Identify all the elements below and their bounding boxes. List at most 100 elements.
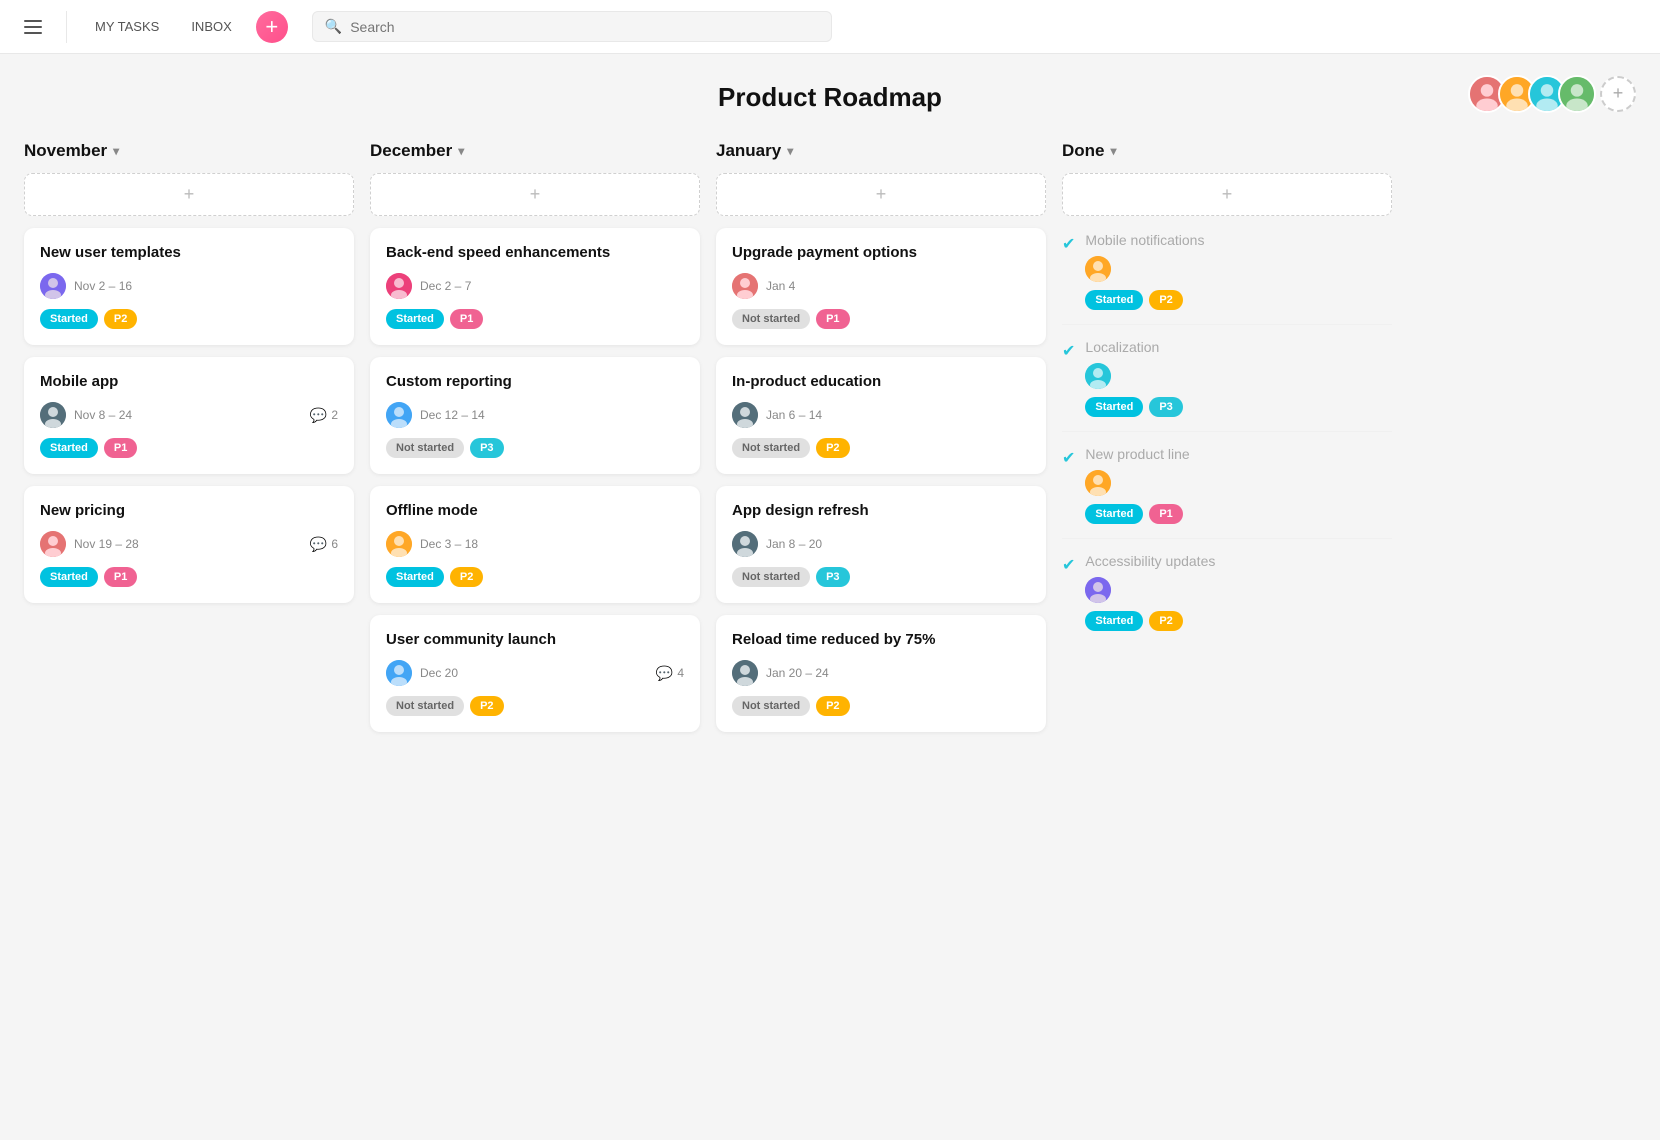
done-card: ✔ Mobile notifications Started P2 (1062, 228, 1392, 325)
priority-tag: P1 (450, 309, 483, 329)
priority-tag: P2 (470, 696, 503, 716)
avatar-group (1468, 75, 1596, 113)
card-title: New user templates (40, 244, 338, 261)
done-card: ✔ Accessibility updates Started P2 (1062, 539, 1392, 645)
card-avatar (386, 402, 412, 428)
column-header-december[interactable]: December ▾ (370, 141, 700, 161)
done-card-body: Mobile notifications Started P2 (1085, 232, 1392, 310)
card-date: Nov 2 – 16 (74, 279, 338, 293)
task-card: In-product education Jan 6 – 14 Not star… (716, 357, 1046, 474)
comment-icon: 💬 (656, 665, 673, 682)
done-card-tags: Started P2 (1085, 290, 1392, 310)
priority-tag: P3 (1149, 397, 1182, 417)
priority-tag: P2 (816, 696, 849, 716)
priority-tag: P1 (1149, 504, 1182, 524)
card-title: Upgrade payment options (732, 244, 1030, 261)
card-date: Jan 8 – 20 (766, 537, 1030, 551)
card-tags: Not started P2 (732, 696, 1030, 716)
priority-tag: P1 (816, 309, 849, 329)
priority-tag: P3 (470, 438, 503, 458)
column-header-january[interactable]: January ▾ (716, 141, 1046, 161)
add-card-button[interactable]: + (1062, 173, 1392, 216)
done-card-title: Accessibility updates (1085, 553, 1392, 569)
task-card: Mobile app Nov 8 – 24 💬2 Started P1 (24, 357, 354, 474)
add-card-button[interactable]: + (716, 173, 1046, 216)
done-card: ✔ Localization Started P3 (1062, 325, 1392, 432)
card-avatar (386, 660, 412, 686)
comment-count: 4 (677, 666, 684, 680)
status-tag: Started (386, 567, 444, 587)
card-comments: 💬4 (656, 665, 684, 682)
card-title: Back-end speed enhancements (386, 244, 684, 261)
status-tag: Not started (732, 567, 810, 587)
search-icon: 🔍 (325, 18, 342, 35)
status-tag: Started (1085, 397, 1143, 417)
done-card-title: Localization (1085, 339, 1392, 355)
card-avatar (1085, 470, 1111, 496)
column-label: December (370, 141, 452, 161)
column-header-november[interactable]: November ▾ (24, 141, 354, 161)
card-date: Dec 12 – 14 (420, 408, 684, 422)
status-tag: Not started (732, 696, 810, 716)
card-title: App design refresh (732, 502, 1030, 519)
card-meta: Jan 6 – 14 (732, 402, 1030, 428)
card-avatar (40, 531, 66, 557)
card-title: New pricing (40, 502, 338, 519)
card-comments: 💬6 (310, 536, 338, 553)
status-tag: Not started (386, 438, 464, 458)
done-card-tags: Started P3 (1085, 397, 1392, 417)
card-tags: Not started P3 (386, 438, 684, 458)
card-meta: Nov 2 – 16 (40, 273, 338, 299)
status-tag: Started (1085, 504, 1143, 524)
menu-icon[interactable] (20, 16, 46, 38)
add-button[interactable]: + (256, 11, 288, 43)
card-avatar (732, 531, 758, 557)
add-card-button[interactable]: + (370, 173, 700, 216)
card-meta: Nov 19 – 28 💬6 (40, 531, 338, 557)
card-date: Dec 2 – 7 (420, 279, 684, 293)
card-date: Jan 4 (766, 279, 1030, 293)
task-card: Custom reporting Dec 12 – 14 Not started… (370, 357, 700, 474)
comment-count: 6 (331, 537, 338, 551)
card-date: Nov 8 – 24 (74, 408, 302, 422)
card-title: Custom reporting (386, 373, 684, 390)
comment-icon: 💬 (310, 407, 327, 424)
card-title: In-product education (732, 373, 1030, 390)
add-member-button[interactable]: + (1600, 76, 1636, 112)
task-card: User community launch Dec 20 💬4 Not star… (370, 615, 700, 732)
task-card: Reload time reduced by 75% Jan 20 – 24 N… (716, 615, 1046, 732)
page-title: Product Roadmap (718, 82, 942, 113)
status-tag: Started (40, 309, 98, 329)
done-card-body: Localization Started P3 (1085, 339, 1392, 417)
chevron-down-icon: ▾ (113, 144, 119, 158)
search-input[interactable] (350, 19, 819, 35)
inbox-link[interactable]: INBOX (183, 15, 239, 38)
header-avatars: + (1468, 75, 1636, 113)
card-tags: Started P1 (40, 438, 338, 458)
column-label: November (24, 141, 107, 161)
card-tags: Not started P2 (732, 438, 1030, 458)
task-card: App design refresh Jan 8 – 20 Not starte… (716, 486, 1046, 603)
chevron-down-icon: ▾ (787, 144, 793, 158)
check-icon: ✔ (1062, 448, 1075, 468)
card-avatar (1085, 363, 1111, 389)
card-tags: Started P2 (386, 567, 684, 587)
done-cards-list: ✔ Mobile notifications Started P2 ✔ Loca… (1062, 228, 1392, 645)
column-november: November ▾ + New user templates Nov 2 – … (24, 141, 354, 744)
done-card-title: Mobile notifications (1085, 232, 1392, 248)
add-card-button[interactable]: + (24, 173, 354, 216)
page-header: Product Roadmap + (0, 54, 1660, 133)
card-comments: 💬2 (310, 407, 338, 424)
nav-divider (66, 11, 67, 43)
card-tags: Not started P2 (386, 696, 684, 716)
my-tasks-link[interactable]: MY TASKS (87, 15, 167, 38)
card-avatar (386, 531, 412, 557)
chevron-down-icon: ▾ (458, 144, 464, 158)
check-icon: ✔ (1062, 341, 1075, 361)
done-card-meta (1085, 577, 1392, 603)
card-tags: Started P2 (40, 309, 338, 329)
top-navigation: MY TASKS INBOX + 🔍 (0, 0, 1660, 54)
card-avatar (1085, 256, 1111, 282)
column-header-done[interactable]: Done ▾ (1062, 141, 1392, 161)
done-card-meta (1085, 470, 1392, 496)
